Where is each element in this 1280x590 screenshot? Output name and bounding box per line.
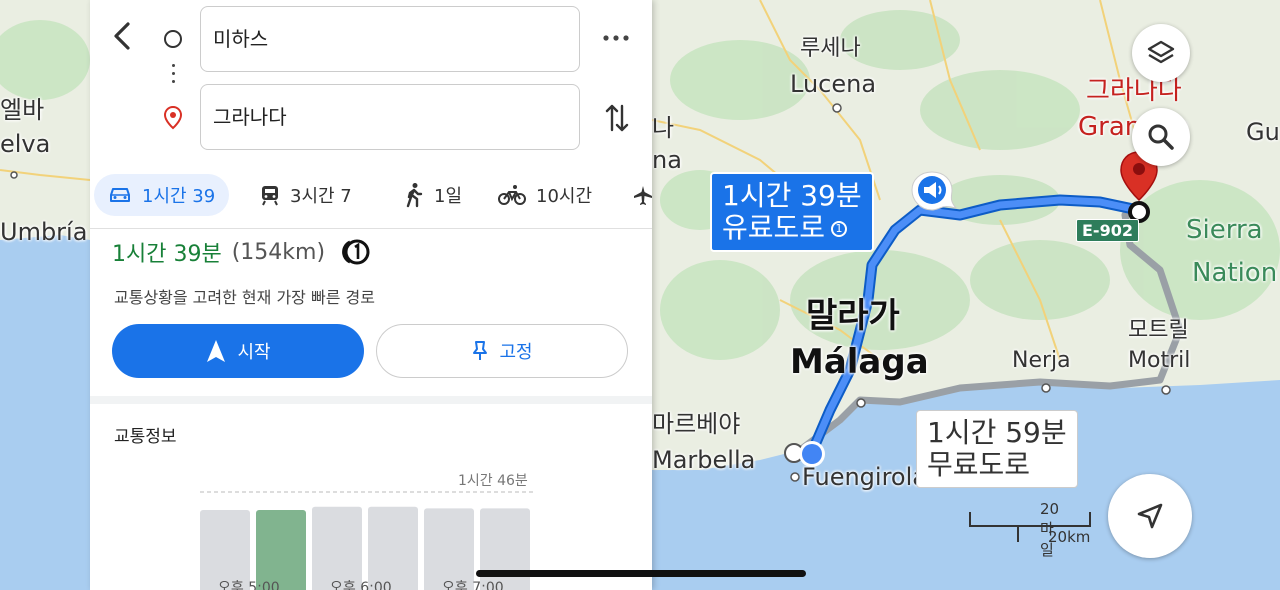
alt-route-badge[interactable]: 1시간 59분 무료도로 <box>916 410 1078 488</box>
map-label-lucena-ko: 루세나 <box>800 36 861 61</box>
start-button[interactable]: 시작 <box>112 324 364 378</box>
route-summary: 1시간 39분 (154km) <box>112 236 371 268</box>
tab-flight[interactable] <box>632 174 652 216</box>
traffic-alert-icon[interactable] <box>908 168 962 218</box>
chart-x-tick: 오후 6:00 <box>330 580 392 590</box>
my-location-button[interactable] <box>1108 474 1192 558</box>
tab-walk[interactable]: 1일 <box>404 174 462 216</box>
swap-icon[interactable] <box>604 102 630 134</box>
chart-x-tick: 오후 7:00 <box>442 580 504 590</box>
travel-mode-tabs: 1시간 39 3시간 7 1일 10시간 <box>90 172 652 220</box>
navigation-arrow-icon <box>1137 503 1163 529</box>
map-label-malaga-ko: 말라가 <box>806 296 900 336</box>
map-label-edge-b: na <box>652 146 682 174</box>
tab-drive-label: 1시간 39 <box>142 186 216 207</box>
map-label-marbella: Marbella <box>652 446 756 474</box>
layers-button[interactable] <box>1132 24 1190 82</box>
map-label-huelva-ko: 엘바 <box>0 96 45 124</box>
directions-panel: 미하스 그라나다 1시간 39 3시간 7 1일 10시간 1시간 39분 (1… <box>90 0 652 590</box>
pin-button[interactable]: 고정 <box>376 324 628 378</box>
back-arrow-icon[interactable] <box>108 18 138 54</box>
map-label-huelva: elva <box>0 130 51 158</box>
destination-marker-icon <box>164 106 182 130</box>
primary-route-time: 1시간 39분 <box>722 179 862 212</box>
destination-field[interactable]: 그라나다 <box>200 84 580 150</box>
more-options-icon[interactable] <box>602 32 630 44</box>
tab-bike-label: 10시간 <box>536 186 593 207</box>
chart-bar <box>424 508 474 590</box>
chart-bar <box>368 506 418 590</box>
chart-bar <box>200 510 250 590</box>
tab-transit-label: 3시간 7 <box>290 186 352 207</box>
toll-road-icon: 1 <box>831 221 848 237</box>
tab-drive[interactable]: 1시간 39 <box>94 174 230 216</box>
map-label-gu: Gu <box>1246 118 1280 146</box>
chart-bar <box>480 508 530 590</box>
origin-field[interactable]: 미하스 <box>200 6 580 72</box>
map-label-nerja: Nerja <box>1012 348 1071 373</box>
plane-icon <box>634 186 652 205</box>
chart-bar-current <box>256 510 306 590</box>
primary-route-type: 유료도로 <box>722 211 826 244</box>
section-separator <box>90 396 652 404</box>
pin-label: 고정 <box>499 342 533 363</box>
car-icon <box>110 188 130 202</box>
tab-walk-label: 1일 <box>434 186 463 207</box>
chart-bar <box>312 506 362 590</box>
pin-icon <box>473 341 488 360</box>
tab-transit[interactable]: 3시간 7 <box>260 174 352 216</box>
home-indicator[interactable] <box>476 570 806 577</box>
tabs-divider <box>90 228 652 229</box>
origin-marker <box>784 441 825 467</box>
tab-bike[interactable]: 10시간 <box>498 174 592 216</box>
route-dots-icon <box>172 64 175 88</box>
toll-icon <box>342 239 370 265</box>
map-label-motril: Motril <box>1128 348 1191 373</box>
primary-route-badge[interactable]: 1시간 39분 유료도로 1 <box>710 172 874 252</box>
map-label-edge-a: 나 <box>652 114 675 142</box>
train-icon <box>262 186 278 206</box>
search-icon <box>1148 124 1174 150</box>
traffic-title: 교통정보 <box>114 427 177 447</box>
map-label-nation: Nation <box>1192 258 1278 288</box>
map-label-lucena: Lucena <box>790 70 877 98</box>
chart-x-tick: 오후 5:00 <box>218 580 280 590</box>
map-label-malaga: Málaga <box>790 342 929 382</box>
alt-route-time: 1시간 59분 <box>927 416 1067 449</box>
route-duration: 1시간 39분 <box>112 242 222 267</box>
map-label-marbella-ko: 마르베야 <box>652 410 741 438</box>
scale-km: 20km <box>1048 528 1091 546</box>
map-label-umbria: Umbría <box>0 218 88 246</box>
origin-circle-icon <box>164 30 182 48</box>
alt-route-type: 무료도로 <box>927 448 1031 481</box>
highway-badge: E-902 <box>1076 219 1139 242</box>
route-distance: (154km) <box>231 239 326 265</box>
walk-icon <box>406 183 423 208</box>
route-description: 교통상황을 고려한 현재 가장 빠른 경로 <box>114 288 375 307</box>
search-button[interactable] <box>1132 108 1190 166</box>
navigation-icon <box>207 340 226 362</box>
layers-icon <box>1147 40 1175 64</box>
bike-icon <box>498 185 526 205</box>
start-label: 시작 <box>237 342 271 363</box>
map-label-motril-ko: 모트릴 <box>1128 318 1189 343</box>
map-label-sierra: Sierra <box>1186 215 1263 245</box>
